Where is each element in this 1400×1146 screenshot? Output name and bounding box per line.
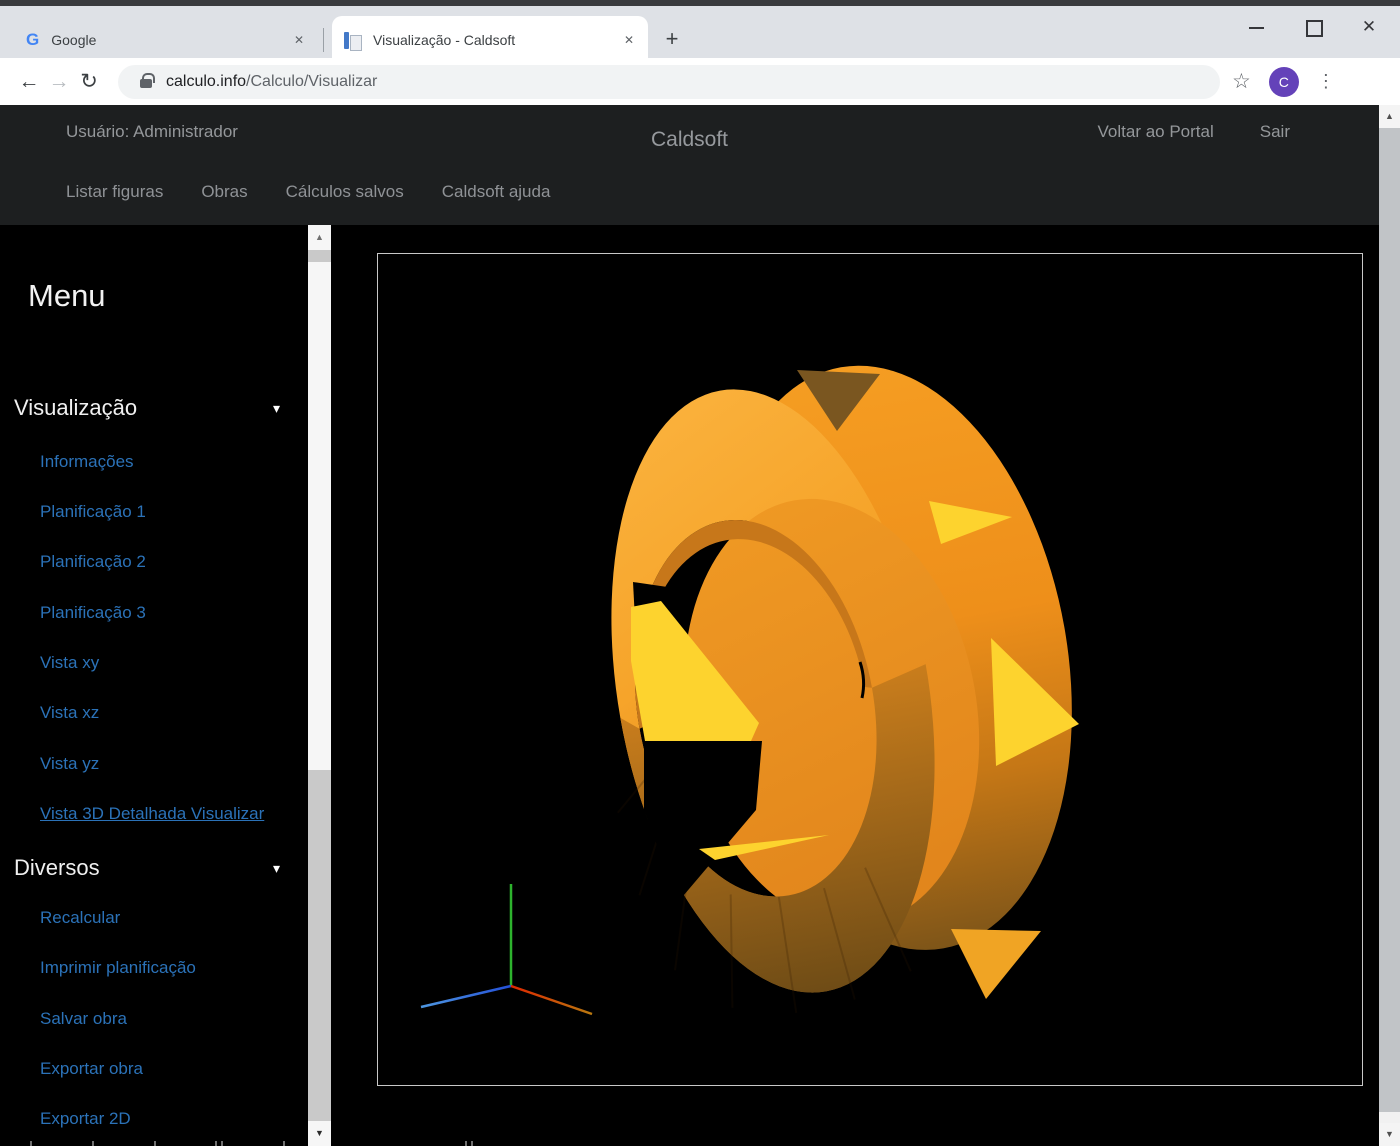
z-axis [421,986,511,1007]
table-edge-stub [221,1141,223,1146]
profile-avatar[interactable]: C [1269,67,1299,97]
x-axis [511,986,592,1014]
page-scrollbar[interactable]: ▲ ▼ [1379,105,1400,1146]
top-nav: Listar figuras Obras Cálculos salvos Cal… [66,182,550,202]
maximize-button[interactable] [1300,14,1326,40]
section-label: Visualização [14,395,137,421]
back-button[interactable]: ← [14,70,44,94]
browser-menu-icon[interactable]: ⋮ [1317,71,1335,92]
sidebar-item-imprimir-planificacao[interactable]: Imprimir planificação [40,958,196,978]
table-edge-stub [283,1141,285,1146]
sidebar-item-vista-xz[interactable]: Vista xz [40,703,99,723]
scrollbar-thumb[interactable] [308,262,331,770]
tab-title: Visualização - Caldsoft [373,32,610,48]
chevron-down-icon: ▾ [273,400,280,417]
google-favicon-icon: G [26,30,39,50]
url-text[interactable]: calculo.info/Calculo/Visualizar [166,73,377,91]
forward-button[interactable]: → [44,70,74,94]
section-label: Diversos [14,855,100,881]
scroll-up-icon[interactable]: ▲ [1379,105,1400,128]
tab-title: Google [51,32,280,48]
table-edge-stub [154,1141,156,1146]
axis-triad [421,884,592,1014]
tab-google[interactable]: G Google ✕ [14,16,318,64]
sidebar-item-planificacao-2[interactable]: Planificação 2 [40,552,146,572]
close-tab-icon[interactable]: ✕ [620,31,638,49]
scroll-down-icon[interactable]: ▼ [1379,1123,1400,1146]
sidebar-item-planificacao-1[interactable]: Planificação 1 [40,502,146,522]
minimize-button[interactable] [1244,14,1270,40]
sidebar-scrollbar[interactable]: ▲ ▼ [308,225,331,1146]
address-bar[interactable]: calculo.info/Calculo/Visualizar [118,65,1220,99]
table-edge-stub [465,1141,467,1146]
bookmark-star-icon[interactable]: ☆ [1232,69,1251,94]
sidebar-item-exportar-2d[interactable]: Exportar 2D [40,1109,131,1129]
browser-titlebar: G Google ✕ Visualização - Caldsoft ✕ + ✕ [0,0,1400,58]
scrollbar-thumb[interactable] [1379,128,1400,1112]
tab-visualizacao-caldsoft[interactable]: Visualização - Caldsoft ✕ [332,16,648,64]
section-visualizacao[interactable]: Visualização ▾ [14,395,294,421]
close-tab-icon[interactable]: ✕ [290,31,308,49]
sidebar-item-vista-3d-detalhada[interactable]: Vista 3D Detalhada Visualizar [40,804,264,824]
sidebar-item-vista-yz[interactable]: Vista yz [40,754,99,774]
sidebar-item-salvar-obra[interactable]: Salvar obra [40,1009,127,1029]
window-controls: ✕ [1244,12,1382,42]
close-window-button[interactable]: ✕ [1356,14,1382,40]
document-favicon-icon [344,31,361,50]
figure-3d [378,254,1362,1085]
sidebar-item-informacoes[interactable]: Informações [40,452,134,472]
sidebar-menu: Menu Visualização ▾ Informações Planific… [0,225,308,1146]
sidebar-title: Menu [28,278,106,314]
url-path: /Calculo/Visualizar [246,73,377,90]
table-edge-stub [92,1141,94,1146]
nav-caldsoft-ajuda[interactable]: Caldsoft ajuda [442,182,551,202]
sidebar-item-recalcular[interactable]: Recalcular [40,908,120,928]
chevron-down-icon: ▾ [273,860,280,877]
section-diversos[interactable]: Diversos ▾ [14,855,294,881]
sidebar-item-planificacao-3[interactable]: Planificação 3 [40,603,146,623]
tab-separator [323,28,324,52]
page-header: Usuário: Administrador Caldsoft Voltar a… [0,105,1379,225]
table-edge-stub [471,1141,473,1146]
link-voltar-ao-portal[interactable]: Voltar ao Portal [1098,122,1214,142]
nav-calculos-salvos[interactable]: Cálculos salvos [286,182,404,202]
link-sair[interactable]: Sair [1260,122,1290,142]
scroll-up-icon[interactable]: ▲ [308,225,331,250]
sidebar-item-exportar-obra[interactable]: Exportar obra [40,1059,143,1079]
nav-obras[interactable]: Obras [201,182,247,202]
table-edge-stub [215,1141,217,1146]
toolbar-right: ☆ C ⋮ [1232,67,1335,97]
lock-icon[interactable] [140,79,152,88]
sidebar-item-vista-xy[interactable]: Vista xy [40,653,99,673]
nav-listar-figuras[interactable]: Listar figuras [66,182,163,202]
url-host: calculo.info [166,73,246,90]
browser-toolbar: ← → ↻ calculo.info/Calculo/Visualizar ☆ … [0,58,1400,105]
table-edge-stub [30,1141,32,1146]
new-tab-button[interactable]: + [658,26,686,54]
scroll-down-icon[interactable]: ▼ [308,1121,331,1146]
reload-button[interactable]: ↻ [74,69,104,94]
viewer-3d-canvas[interactable] [377,253,1363,1086]
